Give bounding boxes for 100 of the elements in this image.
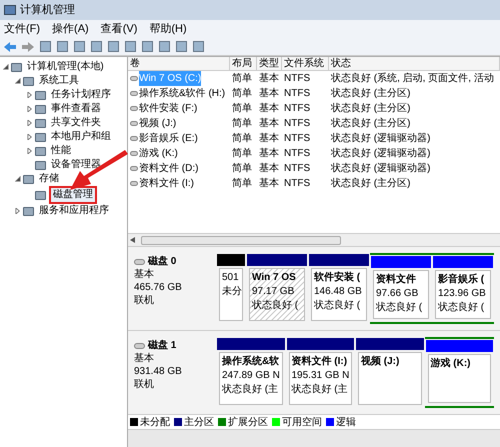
- table-cell-text: 简单: [232, 86, 252, 101]
- table-cell-text: 状态良好 (逻辑驱动器): [331, 162, 430, 176]
- table-cell-text: 基本: [259, 162, 279, 176]
- forward-icon[interactable]: [22, 42, 34, 52]
- toolbar-icon[interactable]: [40, 41, 51, 52]
- toolbar-icon[interactable]: [91, 41, 102, 52]
- disk-status: 联机: [134, 294, 155, 307]
- table-cell-text: 基本: [259, 102, 279, 116]
- volume-icon: [130, 166, 138, 171]
- partition-block[interactable]: 游戏 (K:): [428, 354, 491, 403]
- table-cell[interactable]: 视频 (J:): [139, 116, 176, 131]
- tree-item[interactable]: 存储: [37, 173, 61, 185]
- column-header[interactable]: 文件系统: [282, 57, 329, 70]
- disk-status: 联机: [134, 378, 155, 391]
- toolbar-icon[interactable]: [159, 41, 170, 52]
- table-cell-text: 简单: [232, 102, 252, 116]
- legend-label: 主分区: [184, 416, 214, 430]
- menu-item[interactable]: 文件(F): [4, 20, 40, 38]
- collapsed-arrow-icon[interactable]: [27, 92, 33, 98]
- table-cell[interactable]: 影音娱乐 (E:): [139, 131, 198, 146]
- table-cell-text: 基本: [259, 86, 279, 101]
- toolbar-icon[interactable]: [108, 41, 119, 52]
- tree-item[interactable]: 系统工具: [37, 75, 81, 87]
- table-cell-text: 简单: [232, 176, 252, 191]
- partition-block[interactable]: 软件安装 ( 146.48 GB 状态良好 (: [311, 268, 367, 321]
- tree-item[interactable]: 事件查看器: [49, 103, 103, 115]
- computer-icon: [4, 5, 16, 15]
- toolbar-icon[interactable]: [176, 41, 187, 52]
- table-cell-text: 状态良好 (逻辑驱动器): [331, 146, 430, 161]
- table-cell-text: 基本: [259, 132, 279, 146]
- horizontal-scrollbar[interactable]: [128, 233, 500, 247]
- partition-block[interactable]: Win 7 OS 97.17 GB 状态良好 (: [249, 268, 305, 321]
- tree-item[interactable]: 性能: [49, 145, 73, 157]
- table-cell-text: NTFS: [284, 132, 310, 146]
- scroll-left-icon[interactable]: [130, 237, 135, 243]
- tree-item[interactable]: 设备管理器: [49, 159, 103, 171]
- tree-item[interactable]: 磁盘管理: [49, 186, 97, 204]
- toolbar-icon[interactable]: [57, 41, 68, 52]
- table-cell-text: 基本: [259, 116, 279, 131]
- expanded-arrow-icon[interactable]: [15, 176, 21, 182]
- menu-item[interactable]: 帮助(H): [149, 20, 187, 38]
- tree-item[interactable]: 本地用户和组: [49, 131, 113, 143]
- partition-block[interactable]: 视频 (J:): [358, 352, 422, 405]
- column-header[interactable]: 布局: [230, 57, 257, 70]
- volume-icon: [130, 136, 138, 141]
- table-cell-text: 状态良好 (主分区): [331, 102, 410, 116]
- tree-item[interactable]: 服务和应用程序: [37, 205, 111, 217]
- toolbar-icon[interactable]: [125, 41, 136, 52]
- table-cell-text: NTFS: [284, 102, 310, 116]
- disk-type: 基本: [134, 352, 155, 365]
- collapsed-arrow-icon[interactable]: [15, 208, 21, 214]
- table-cell-text: 简单: [232, 72, 252, 86]
- expanded-arrow-icon[interactable]: [3, 64, 9, 70]
- column-header[interactable]: 卷: [128, 57, 230, 70]
- partition-block[interactable]: 操作系统&软 247.89 GB N 状态良好 (主: [219, 352, 282, 405]
- partition-block[interactable]: 501 未分: [219, 268, 243, 321]
- legend-label: 可用空间: [282, 416, 322, 430]
- menu-item[interactable]: 操作(A): [52, 20, 89, 38]
- volume-icon: [130, 121, 138, 126]
- table-cell[interactable]: 软件安装 (F:): [139, 101, 198, 116]
- table-cell[interactable]: 操作系统&软件 (H:): [139, 86, 226, 101]
- table-cell[interactable]: 资料文件 (I:): [139, 176, 194, 191]
- table-cell-text: 基本: [259, 146, 279, 161]
- table-cell-text: 状态良好 (主分区): [331, 86, 410, 101]
- table-cell-text: NTFS: [284, 72, 310, 86]
- disk-type: 基本: [134, 268, 155, 281]
- collapsed-arrow-icon[interactable]: [27, 134, 33, 140]
- table-cell-text: NTFS: [284, 177, 310, 191]
- collapsed-arrow-icon[interactable]: [27, 120, 33, 126]
- table-cell-text: 简单: [232, 132, 252, 146]
- table-cell[interactable]: 游戏 (K:): [139, 146, 178, 161]
- partition-block[interactable]: 资料文件 97.66 GB 状态良好 (: [373, 270, 429, 319]
- tree-item[interactable]: 共享文件夹: [49, 117, 103, 129]
- table-cell-text: 简单: [232, 116, 252, 131]
- back-icon[interactable]: [4, 42, 16, 52]
- table-cell-text: 简单: [232, 162, 252, 176]
- menu-item[interactable]: 查看(V): [100, 20, 138, 38]
- expanded-arrow-icon[interactable]: [15, 78, 21, 84]
- table-cell-text: 状态良好 (逻辑驱动器): [331, 132, 430, 146]
- table-cell-text: 基本: [259, 176, 279, 191]
- table-cell[interactable]: 资料文件 (D:): [139, 161, 198, 176]
- table-cell-text: NTFS: [284, 87, 310, 101]
- collapsed-arrow-icon[interactable]: [27, 148, 33, 154]
- table-cell-text: 状态良好 (系统, 启动, 页面文件, 活动: [331, 72, 494, 86]
- column-header[interactable]: 状态: [329, 57, 500, 70]
- window-title: 计算机管理: [20, 2, 75, 18]
- partition-block[interactable]: 影音娱乐 ( 123.96 GB 状态良好 (: [435, 270, 491, 319]
- scrollbar-thumb[interactable]: [141, 236, 341, 244]
- disk-name: 磁盘 1: [148, 339, 176, 352]
- legend-label: 未分配: [140, 416, 170, 430]
- volume-icon: [130, 151, 138, 156]
- toolbar-icon[interactable]: [74, 41, 85, 52]
- toolbar-icon[interactable]: [193, 41, 204, 52]
- tree-item[interactable]: 计算机管理(本地): [25, 61, 106, 73]
- partition-block[interactable]: 资料文件 (I:) 195.31 GB N 状态良好 (主: [288, 352, 352, 405]
- toolbar-icon[interactable]: [142, 41, 153, 52]
- disk-size: 465.76 GB: [134, 281, 183, 294]
- tree-item[interactable]: 任务计划程序: [49, 89, 113, 101]
- collapsed-arrow-icon[interactable]: [27, 106, 33, 112]
- column-header[interactable]: 类型: [257, 57, 282, 70]
